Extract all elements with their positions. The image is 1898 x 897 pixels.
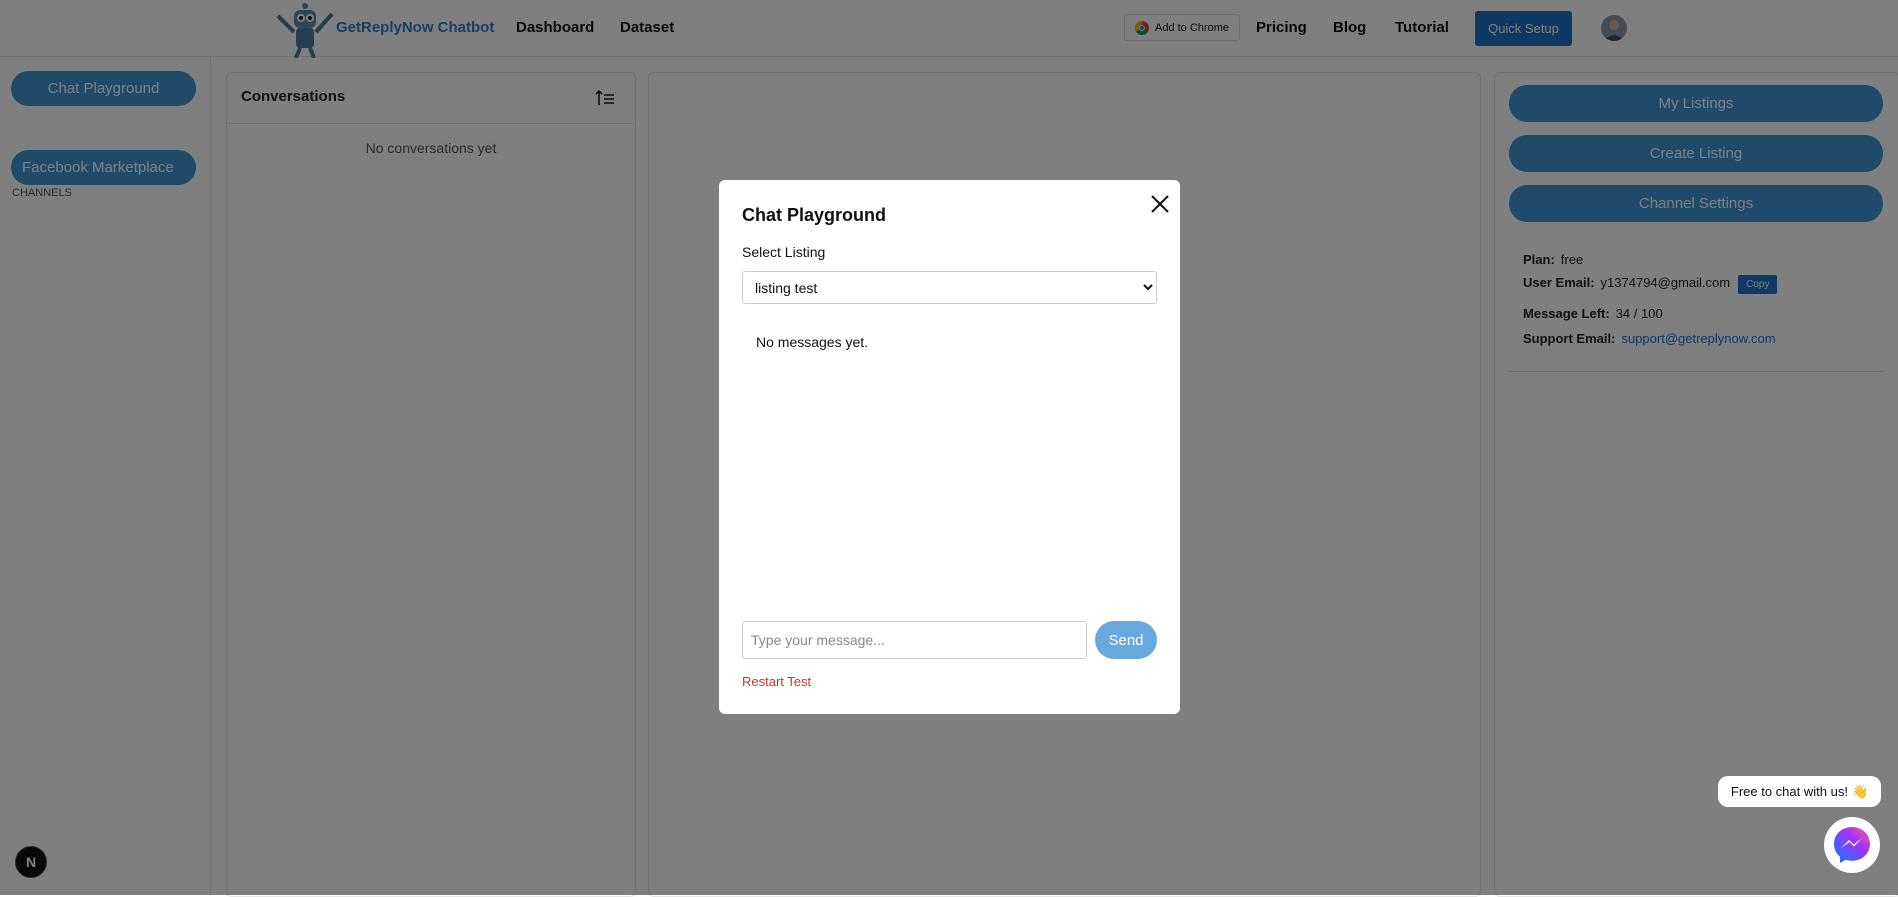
messenger-icon[interactable] xyxy=(1824,817,1880,873)
no-messages-text: No messages yet. xyxy=(756,334,869,350)
close-icon[interactable] xyxy=(1147,191,1173,217)
modal-title: Chat Playground xyxy=(742,205,887,225)
chat-playground-modal: Chat Playground Select Listing listing t… xyxy=(719,180,1180,714)
chat-invite-bubble[interactable]: Free to chat with us! 👋 xyxy=(1718,776,1881,807)
listing-select[interactable]: listing test xyxy=(742,271,1157,304)
message-input[interactable] xyxy=(742,621,1087,659)
wave-emoji: 👋 xyxy=(1851,783,1869,799)
select-listing-label: Select Listing xyxy=(742,244,826,260)
chat-invite-text: Free to chat with us! xyxy=(1730,784,1848,799)
send-button[interactable]: Send xyxy=(1095,621,1157,659)
restart-test-link[interactable]: Restart Test xyxy=(742,674,811,689)
